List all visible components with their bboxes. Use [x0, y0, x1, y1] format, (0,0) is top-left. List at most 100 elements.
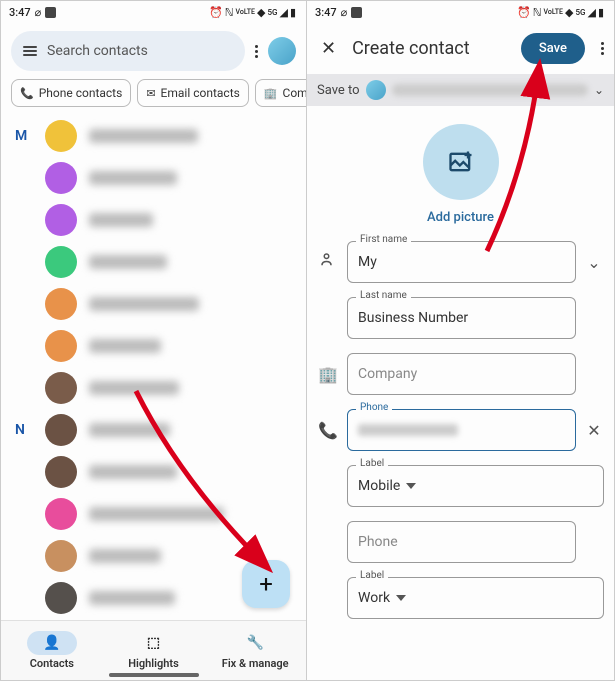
building-icon: 🏢 — [317, 365, 339, 384]
contact-name-blurred — [89, 507, 224, 521]
voicemail-icon: ⌀ — [341, 6, 348, 19]
contact-row[interactable] — [1, 157, 306, 199]
bottom-nav: 👤 Contacts ⬚ Highlights 🔧 Fix & manage — [1, 620, 306, 680]
contact-name-blurred — [89, 549, 161, 563]
network-icon: 5G — [575, 8, 585, 17]
app-icon — [45, 7, 56, 18]
wifi-icon: ◆ — [565, 6, 573, 19]
add-picture-label: Add picture — [427, 210, 494, 225]
contact-avatar — [45, 288, 77, 320]
contact-row[interactable]: N — [1, 409, 306, 451]
network-icon: 5G — [267, 8, 277, 17]
nav-highlights[interactable]: ⬚ Highlights — [103, 621, 205, 680]
alarm-icon: ⏰ — [517, 6, 531, 19]
last-name-field[interactable]: Last name Business Number — [347, 297, 576, 339]
filter-chips: 📞 Phone contacts ✉ Email contacts 🏢 Comp… — [1, 79, 306, 113]
contact-row[interactable] — [1, 283, 306, 325]
phone2-label-dropdown[interactable]: Label Work — [347, 577, 604, 619]
contact-row[interactable] — [1, 451, 306, 493]
add-image-icon — [447, 148, 475, 176]
contact-row[interactable] — [1, 241, 306, 283]
contact-avatar — [45, 372, 77, 404]
hamburger-icon[interactable] — [23, 46, 37, 56]
app-icon — [351, 7, 362, 18]
contact-name-blurred — [89, 297, 199, 311]
section-letter: N — [15, 422, 25, 438]
contact-row[interactable] — [1, 199, 306, 241]
volte-icon: VoLTE — [544, 8, 563, 16]
contact-row[interactable] — [1, 493, 306, 535]
page-title: Create contact — [352, 38, 509, 59]
contact-name-blurred — [89, 423, 170, 437]
contact-row[interactable] — [1, 325, 306, 367]
wifi-icon: ◆ — [257, 6, 265, 19]
contact-avatar — [45, 330, 77, 362]
contact-avatar — [45, 456, 77, 488]
contact-name-blurred — [89, 339, 161, 353]
status-time: 3:47 — [9, 6, 31, 19]
status-time: 3:47 — [315, 6, 337, 19]
save-button[interactable]: Save — [521, 33, 585, 64]
nav-contacts[interactable]: 👤 Contacts — [1, 621, 103, 680]
highlights-icon: ⬚ — [147, 635, 160, 651]
contact-name-blurred — [89, 591, 175, 605]
contacts-list[interactable]: MN — [1, 113, 306, 623]
signal-icon: ◢ — [587, 6, 595, 19]
search-input[interactable]: Search contacts — [11, 31, 245, 71]
contact-name-blurred — [89, 213, 153, 227]
contact-row[interactable]: M — [1, 115, 306, 157]
account-avatar[interactable] — [268, 37, 296, 65]
contact-name-blurred — [89, 465, 177, 479]
contact-name-blurred — [89, 381, 179, 395]
alarm-icon: ⏰ — [209, 6, 223, 19]
contact-avatar — [45, 120, 77, 152]
voicemail-icon: ⌀ — [35, 6, 42, 19]
contact-row[interactable] — [1, 367, 306, 409]
section-letter: M — [15, 128, 27, 144]
wrench-icon: 🔧 — [246, 635, 263, 651]
contact-avatar — [45, 498, 77, 530]
mail-icon: ✉ — [146, 87, 155, 100]
first-name-field[interactable]: First name My — [347, 241, 576, 283]
gesture-handle — [109, 673, 199, 677]
email-contacts-chip[interactable]: ✉ Email contacts — [137, 79, 249, 107]
phone-label-dropdown[interactable]: Label Mobile — [347, 465, 604, 507]
clear-phone-icon[interactable]: ✕ — [584, 421, 604, 440]
contact-avatar — [45, 204, 77, 236]
battery-icon: ▮ — [290, 6, 296, 19]
close-icon[interactable]: ✕ — [317, 34, 340, 63]
dropdown-icon — [396, 595, 406, 601]
chevron-down-icon: ⌄ — [594, 83, 604, 97]
contact-name-blurred — [89, 255, 167, 269]
nfc-icon: ℕ — [533, 6, 542, 19]
phone-icon: 📞 — [317, 421, 339, 440]
volte-icon: VoLTE — [236, 8, 255, 16]
create-contact-screen: 3:47 ⌀ ⏰ ℕ VoLTE ◆ 5G ◢ ▮ ✕ Create conta… — [307, 1, 614, 680]
company-chip[interactable]: 🏢 Compan — [255, 79, 306, 107]
contact-avatar — [45, 246, 77, 278]
person-icon: 👤 — [43, 635, 60, 651]
person-icon — [317, 251, 339, 273]
building-icon: 🏢 — [264, 87, 278, 100]
phone2-field[interactable]: Phone — [347, 521, 576, 563]
search-placeholder: Search contacts — [47, 43, 148, 59]
phone-contacts-chip[interactable]: 📞 Phone contacts — [11, 79, 131, 107]
contact-avatar — [45, 582, 77, 614]
overflow-menu-icon[interactable] — [251, 45, 262, 58]
phone-value-blurred — [358, 424, 458, 436]
overflow-menu-icon[interactable] — [597, 42, 608, 55]
save-to-selector[interactable]: Save to ⌄ — [307, 74, 614, 106]
add-contact-fab[interactable]: + — [242, 560, 290, 608]
nfc-icon: ℕ — [225, 6, 234, 19]
contact-avatar — [45, 414, 77, 446]
company-field[interactable]: Company — [347, 353, 576, 395]
expand-name-icon[interactable]: ⌄ — [584, 253, 604, 272]
contacts-list-screen: 3:47 ⌀ ⏰ ℕ VoLTE ◆ 5G ◢ ▮ Search contact… — [1, 1, 307, 680]
status-bar: 3:47 ⌀ ⏰ ℕ VoLTE ◆ 5G ◢ ▮ — [307, 1, 614, 23]
status-bar: 3:47 ⌀ ⏰ ℕ VoLTE ◆ 5G ◢ ▮ — [1, 1, 306, 23]
contact-form: First name My ⌄ . Last name Business Num… — [307, 231, 614, 619]
phone-field[interactable]: Phone — [347, 409, 576, 451]
battery-icon: ▮ — [598, 6, 604, 19]
nav-fix-manage[interactable]: 🔧 Fix & manage — [204, 621, 306, 680]
add-picture-button[interactable] — [423, 124, 499, 200]
